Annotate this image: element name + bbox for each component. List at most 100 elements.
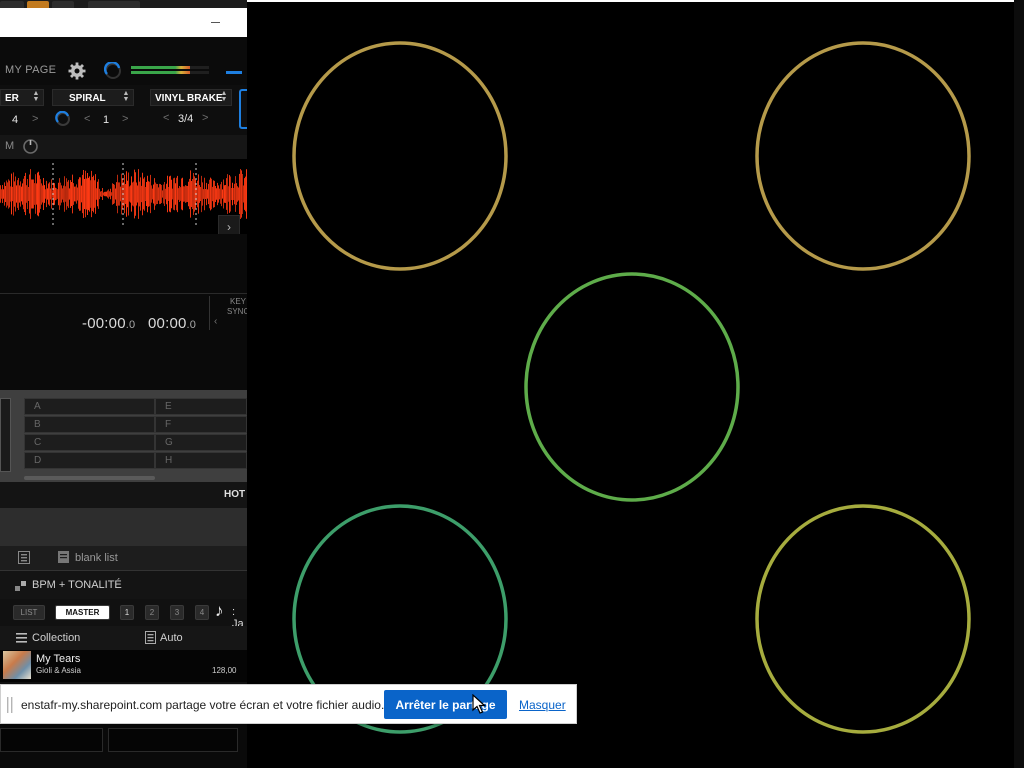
browser-spacer	[0, 508, 247, 546]
sync-button[interactable]: SYNC	[227, 307, 247, 316]
hotcue-c[interactable]: C	[24, 434, 155, 451]
deck-info-panel: ‹ -00:00.0 00:00.0 KEY SYNC	[0, 234, 247, 390]
window-titlebar	[0, 8, 247, 38]
ring-top-left	[292, 41, 508, 271]
fx-slot-1[interactable]: ER ▲ ▼	[0, 89, 44, 106]
fx-slot-2-label: SPIRAL	[69, 93, 106, 104]
fx-slot-3-value: 3/4	[178, 113, 194, 125]
hotcue-g[interactable]: G	[155, 434, 247, 451]
hotcue-e[interactable]: E	[155, 398, 247, 415]
minimize-button[interactable]	[206, 14, 226, 30]
drag-handle-icon[interactable]	[7, 697, 13, 713]
playlist-name[interactable]: blank list	[75, 552, 118, 564]
fx-slot-3-stepper-icon[interactable]: ▲ ▼	[219, 90, 229, 104]
chevron-left-icon[interactable]: <	[163, 112, 169, 124]
screen-share-bar: enstafr-my.sharepoint.com partage votre …	[0, 684, 577, 724]
bpm-key-icon	[15, 581, 26, 591]
bpm-tonality-header[interactable]: BPM + TONALITÉ	[32, 579, 122, 591]
tempo-knob-icon[interactable]	[22, 138, 39, 155]
hotcue-b[interactable]: B	[24, 416, 155, 433]
os-tab[interactable]	[0, 1, 24, 8]
level-meter-right	[131, 71, 209, 74]
dj-toolbar: MY PAGE	[0, 37, 247, 85]
key-label: KEY	[230, 297, 247, 306]
deck-time-right	[108, 728, 238, 752]
mixer-toggle[interactable]	[226, 71, 242, 74]
list-filter-button[interactable]: LIST	[13, 605, 45, 620]
track-row[interactable]: My Tears Gioli & Assia 128,00	[0, 650, 247, 682]
deck-2-filter-button[interactable]: 2	[145, 605, 159, 620]
chevron-left-icon[interactable]: ‹	[214, 316, 217, 327]
playlist-icon	[58, 551, 69, 563]
deck-header: M	[0, 135, 247, 159]
fx-knob-icon[interactable]	[55, 111, 71, 127]
hotcue-f[interactable]: F	[155, 416, 247, 433]
time-remaining-main: -00:00	[82, 315, 126, 332]
browser-filter-bar: LIST MASTER 1 2 3 4 ♪ : Ja	[0, 599, 247, 630]
time-elapsed: 00:00.0	[148, 315, 196, 332]
mouse-cursor-icon	[472, 694, 486, 714]
list-view-icon[interactable]	[18, 551, 30, 564]
waveform-area[interactable]: ›	[0, 159, 247, 239]
chevron-right-icon[interactable]: >	[32, 113, 38, 125]
chevron-right-icon[interactable]: >	[202, 112, 208, 124]
mypage-button[interactable]: MY PAGE	[5, 64, 56, 76]
menu-icon[interactable]	[16, 633, 27, 643]
hotcue-label: F	[165, 419, 172, 430]
hotcue-h[interactable]: H	[155, 452, 247, 469]
browser-header: BPM + TONALITÉ	[0, 571, 247, 599]
ring-bottom-right	[755, 504, 971, 734]
gear-icon[interactable]	[67, 61, 87, 81]
waveform[interactable]	[0, 163, 247, 225]
master-knob-icon[interactable]	[104, 62, 122, 80]
hotcue-label: A	[34, 401, 41, 412]
deck-3-filter-button[interactable]: 3	[170, 605, 184, 620]
hide-link[interactable]: Masquer	[519, 698, 566, 712]
stop-sharing-button[interactable]: Arrêter le partage	[384, 690, 507, 719]
hotcue-panel: A B C D E F G H HOT	[0, 390, 247, 508]
collection-label[interactable]: Collection	[32, 632, 80, 644]
auto-label[interactable]: Auto	[160, 632, 183, 644]
hotcue-mode-button[interactable]: HOT	[224, 489, 245, 500]
hotcue-a[interactable]: A	[24, 398, 155, 415]
chevron-left-icon[interactable]: <	[84, 113, 90, 125]
hotcue-scrollbar[interactable]	[24, 476, 155, 480]
os-tab-active[interactable]	[27, 1, 49, 8]
os-tab[interactable]	[52, 1, 74, 8]
fx-panel-edge	[239, 89, 247, 129]
fx-slot-3-label: VINYL BRAKE	[155, 93, 223, 104]
hotcue-d[interactable]: D	[24, 452, 155, 469]
divider	[209, 296, 210, 330]
dj-app-window: MY PAGE ER ▲ ▼ SPIRAL ▲ ▼ VINYL BRAKE ▲ …	[0, 0, 247, 768]
time-elapsed-frac: .0	[186, 319, 197, 331]
hotcue-label: G	[165, 437, 173, 448]
fx-slot-3[interactable]: VINYL BRAKE ▲ ▼	[150, 89, 232, 106]
hotcue-side-button[interactable]	[0, 398, 11, 472]
deck-4-filter-button[interactable]: 4	[195, 605, 209, 620]
visualizer-right-frame	[1014, 0, 1024, 768]
chevron-right-icon[interactable]: >	[122, 113, 128, 125]
fx-slot-2-stepper-icon[interactable]: ▲ ▼	[121, 90, 131, 104]
fx-slot-1-stepper-icon[interactable]: ▲ ▼	[31, 90, 41, 104]
fx-slot-2[interactable]: SPIRAL ▲ ▼	[52, 89, 134, 106]
ring-top-right	[755, 41, 971, 271]
time-remaining: -00:00.0	[82, 315, 135, 332]
divider	[0, 293, 247, 294]
track-artist: Gioli & Assia	[36, 666, 81, 675]
deck-1-filter-button[interactable]: 1	[120, 605, 134, 620]
level-meter-left	[131, 66, 209, 69]
hotcue-label: E	[165, 401, 172, 412]
hotcue-label: H	[165, 455, 173, 466]
os-tab[interactable]	[88, 1, 140, 8]
deck-time-strip	[0, 722, 247, 768]
hotcue-grid: A B C D E F G H	[24, 398, 247, 472]
deck-time-left	[0, 728, 103, 752]
playlist-bar: blank list	[0, 546, 247, 571]
track-artwork	[3, 651, 31, 679]
master-tempo-label: M	[5, 140, 15, 152]
auto-playlist-icon	[145, 631, 156, 644]
hotcue-label: B	[34, 419, 41, 430]
visualizer-canvas	[292, 41, 971, 734]
time-elapsed-main: 00:00	[148, 315, 187, 332]
master-filter-button[interactable]: MASTER	[55, 605, 110, 620]
